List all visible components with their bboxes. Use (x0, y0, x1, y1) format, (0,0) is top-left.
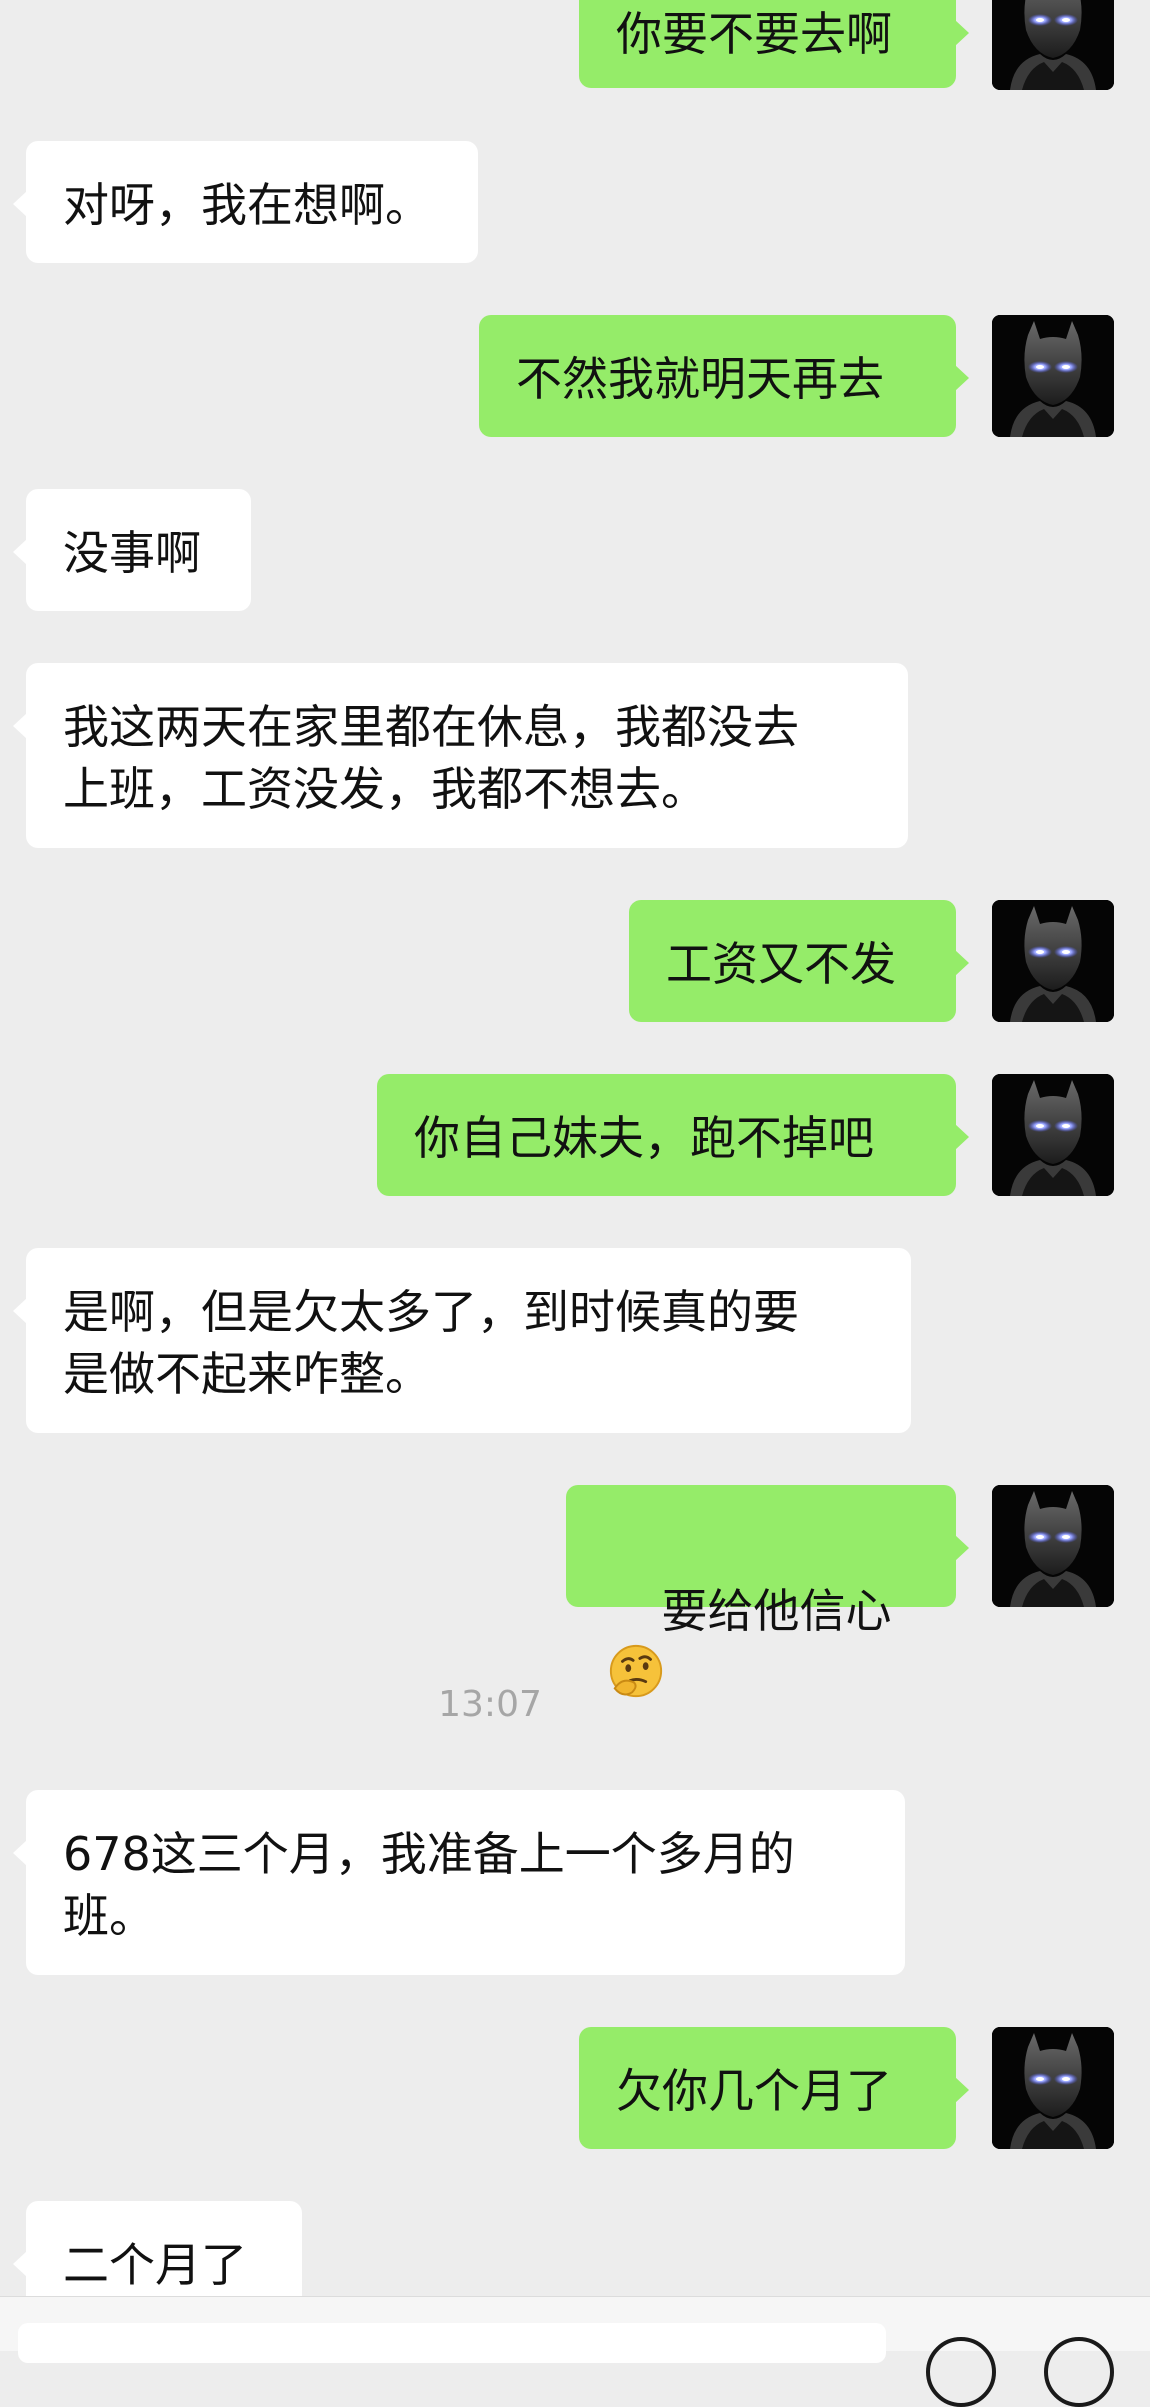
message-input[interactable] (18, 2323, 886, 2363)
masked-hero-avatar-icon (992, 0, 1114, 90)
message-incoming[interactable]: 我这两天在家里都在休息，我都没去 上班，工资没发，我都不想去。 (13, 663, 908, 848)
message-incoming[interactable]: 没事啊 (13, 489, 251, 611)
avatar[interactable] (992, 315, 1114, 437)
masked-hero-avatar-icon (992, 315, 1114, 437)
message-outgoing[interactable]: 你要不要去啊 (579, 0, 969, 88)
message-incoming[interactable]: 678这三个月，我准备上一个多月的 班。 (13, 1790, 905, 1975)
message-outgoing[interactable]: 你自己妹夫，跑不掉吧 (377, 1074, 969, 1196)
message-outgoing[interactable]: 欠你几个月了 (579, 2027, 969, 2149)
masked-hero-avatar-icon (992, 1485, 1114, 1607)
plus-circle-icon[interactable] (1044, 2337, 1114, 2407)
avatar[interactable] (992, 1074, 1114, 1196)
avatar[interactable] (992, 2027, 1114, 2149)
message-incoming[interactable]: 是啊，但是欠太多了，到时候真的要 是做不起来咋整。 (13, 1248, 911, 1433)
message-incoming[interactable]: 对呀，我在想啊。 (13, 141, 478, 263)
message-incoming[interactable]: 二个月了 (13, 2201, 302, 2296)
chat-area[interactable]: 你要不要去啊 对呀，我在想啊。 不然我就明天再去 没事啊 我这两天在家里都在休息… (0, 0, 1150, 2296)
message-text: 要给他信心 (661, 1584, 892, 1638)
masked-hero-avatar-icon (992, 900, 1114, 1022)
message-outgoing[interactable]: 要给他信心 (566, 1485, 969, 1698)
masked-hero-avatar-icon (992, 2027, 1114, 2149)
input-bar (0, 2296, 1150, 2407)
message-outgoing[interactable]: 工资又不发 (629, 900, 969, 1022)
avatar[interactable] (992, 1485, 1114, 1607)
message-outgoing[interactable]: 不然我就明天再去 (479, 315, 969, 437)
avatar[interactable] (992, 900, 1114, 1022)
emoji-face-icon[interactable] (926, 2337, 996, 2407)
message-timestamp: 13:07 (438, 1684, 542, 1725)
masked-hero-avatar-icon (992, 1074, 1114, 1196)
avatar[interactable] (992, 0, 1114, 90)
